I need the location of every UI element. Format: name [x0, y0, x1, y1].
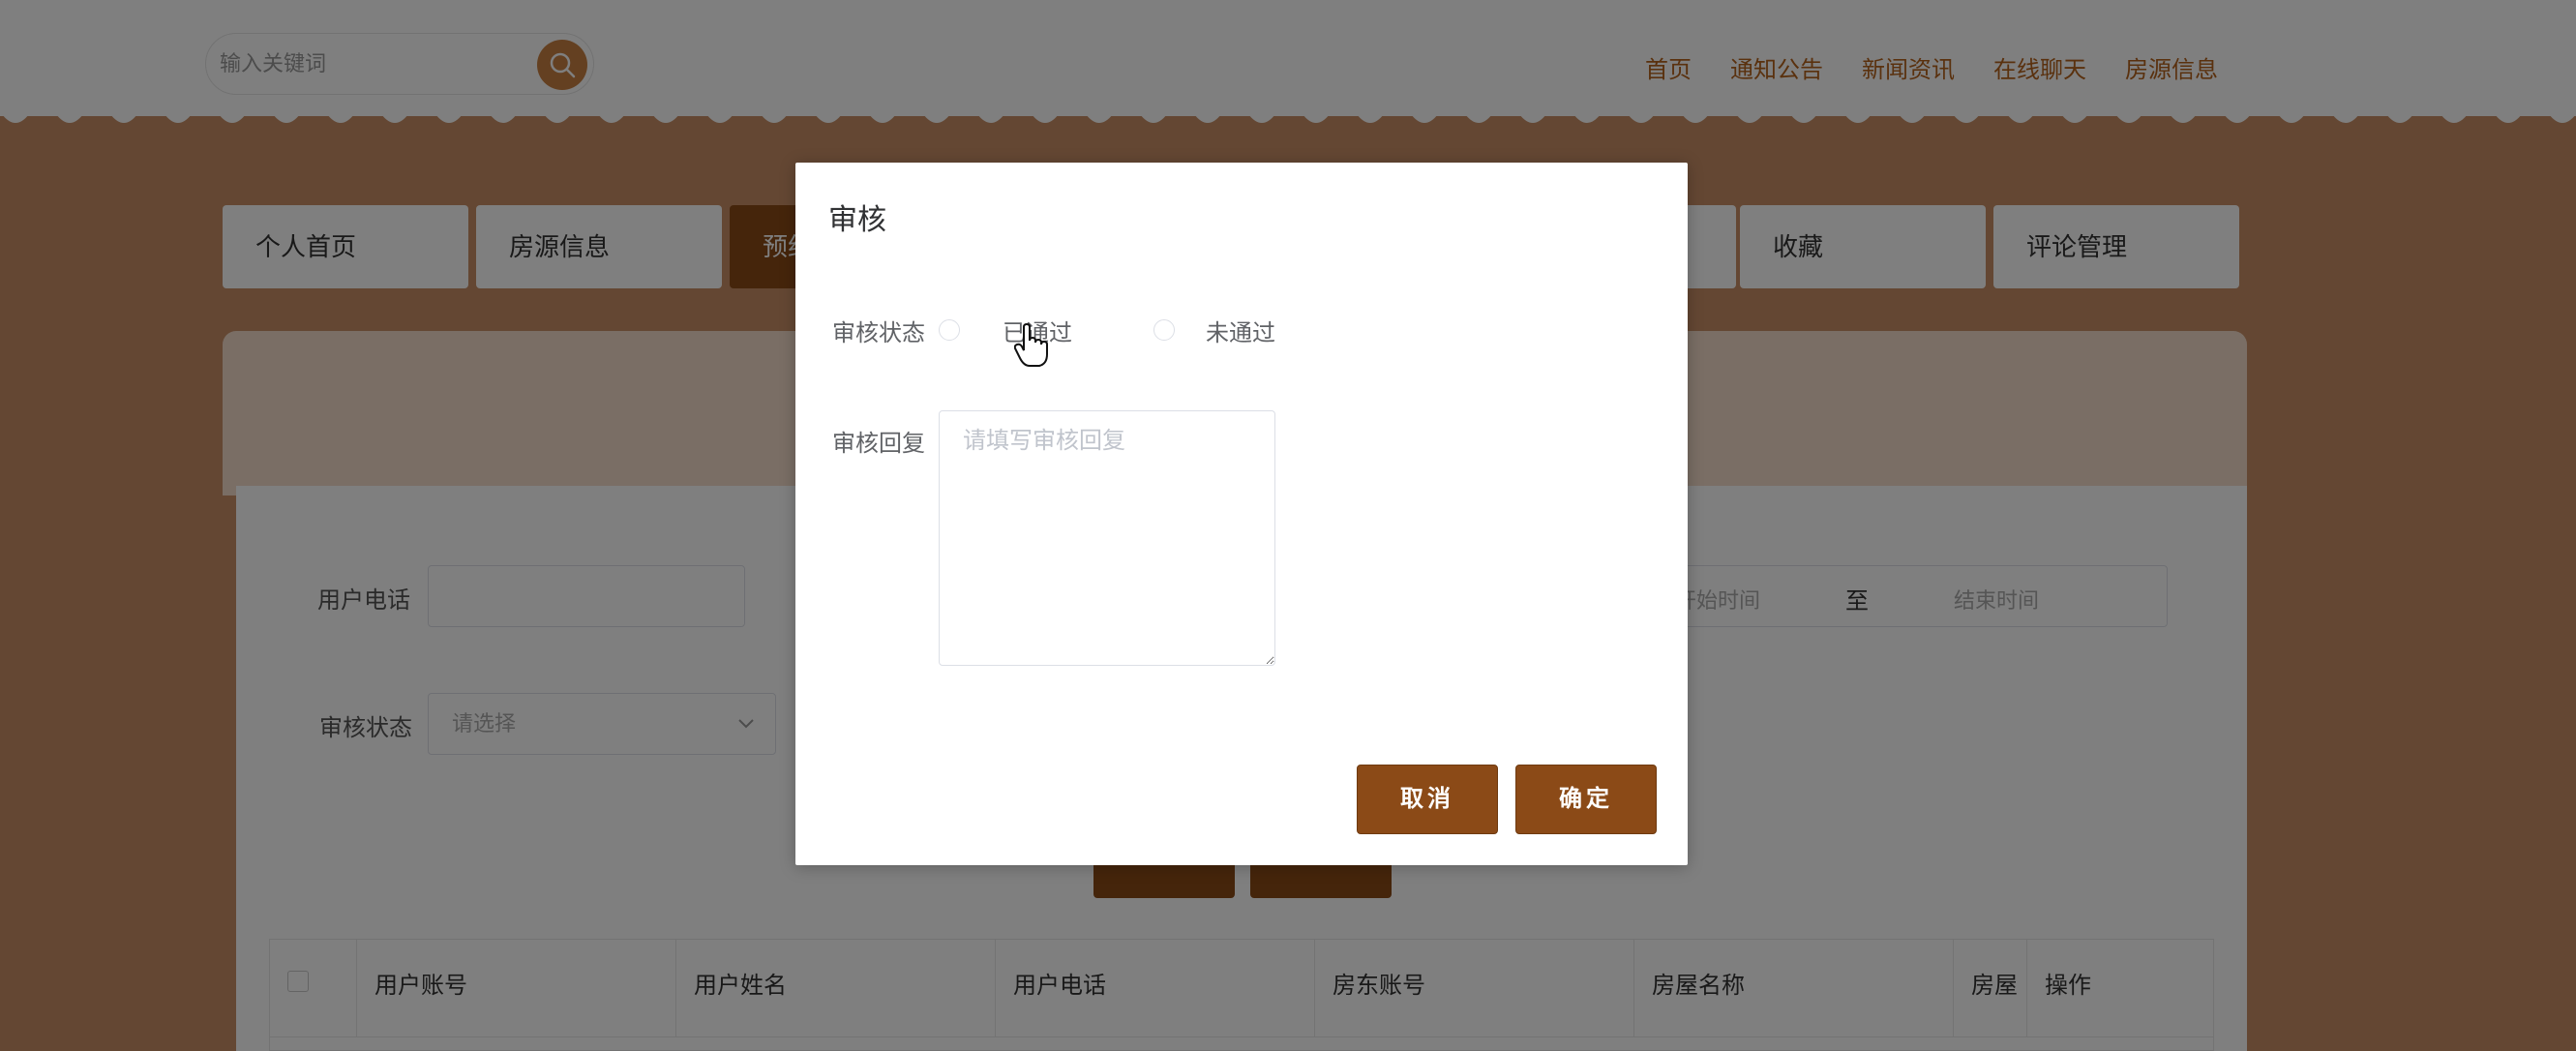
review-status-label: 审核状态 — [832, 320, 925, 346]
review-dialog: 审核 审核状态 已通过 未通过 审核回复 取消 确定 — [795, 163, 1688, 865]
radio-rejected-label[interactable]: 未通过 — [1206, 314, 1275, 347]
review-reply-textarea[interactable] — [939, 410, 1275, 666]
confirm-button[interactable]: 确定 — [1515, 765, 1657, 834]
hand-pointer-icon — [1014, 323, 1048, 367]
cancel-button[interactable]: 取消 — [1357, 765, 1498, 834]
radio-rejected[interactable] — [1153, 319, 1175, 341]
radio-approved[interactable] — [939, 319, 960, 341]
dialog-title: 审核 — [828, 204, 886, 236]
review-reply-label: 审核回复 — [832, 431, 925, 457]
